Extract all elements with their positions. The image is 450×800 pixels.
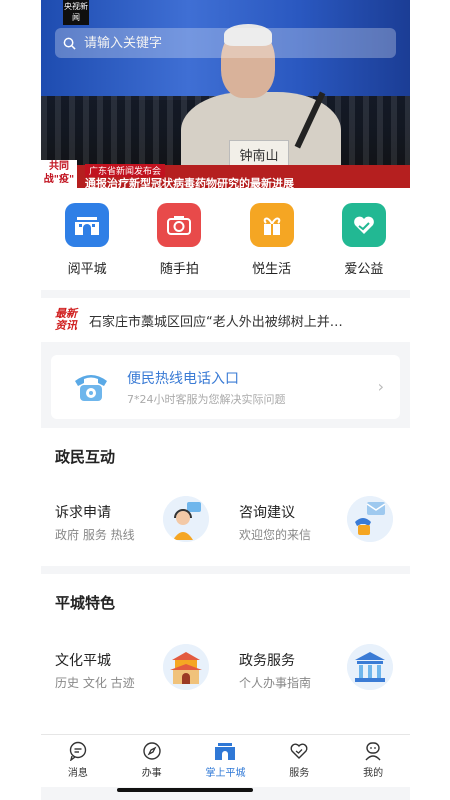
card-subtitle: 政府 服务 热线 <box>55 528 135 542</box>
card-subtitle: 个人办事指南 <box>239 676 312 690</box>
service-happy-life[interactable]: 悦生活 <box>232 188 312 290</box>
section-title: 平城特色 <box>55 594 116 612</box>
service-read-pingcheng[interactable]: 阅平城 <box>47 188 127 290</box>
service-label: 阅平城 <box>67 262 107 277</box>
message-icon <box>69 741 87 761</box>
gift-icon <box>249 203 294 247</box>
city-gate-icon <box>215 743 236 760</box>
mail-phone-icon <box>347 496 393 542</box>
app-screen: 钟南山 共同战"疫" 广东省新闻发布会 通报治疗新型冠状病毒药物研究的最新进展 … <box>41 0 410 800</box>
search-icon <box>63 37 76 50</box>
pagoda-icon <box>163 644 209 690</box>
tab-label: 消息 <box>67 768 88 779</box>
tab-label: 掌上平城 <box>205 768 246 779</box>
heart-hand-icon <box>341 203 386 247</box>
caption-tag: 共同战"疫" <box>41 160 77 188</box>
service-charity[interactable]: 爱公益 <box>324 188 404 290</box>
hotline-subtitle: 7*24小时客服为您解决实际问题 <box>127 393 286 406</box>
tab-messages[interactable]: 消息 <box>41 735 115 787</box>
news-ticker[interactable]: 最新 资讯 石家庄市藁城区回应“老人外出被绑树上并… <box>41 298 410 342</box>
news-headline[interactable]: 石家庄市藁城区回应“老人外出被绑树上并… <box>89 311 389 330</box>
tab-label: 我的 <box>363 768 384 779</box>
tab-home[interactable]: 掌上平城 <box>189 735 263 787</box>
hero-banner[interactable]: 钟南山 共同战"疫" 广东省新闻发布会 通报治疗新型冠状病毒药物研究的最新进展 … <box>41 0 410 188</box>
chevron-right-icon: › <box>377 377 384 396</box>
card-title: 诉求申请 <box>55 505 111 521</box>
culture-card[interactable]: 文化平城 历史 文化 古迹 <box>55 644 215 710</box>
interaction-section: 政民互动 诉求申请 政府 服务 热线 咨询建议 欢迎您的来信 <box>41 428 410 566</box>
consult-card[interactable]: 咨询建议 欢迎您的来信 <box>239 496 399 562</box>
quick-services: 阅平城 随手拍 悦生活 爱公益 <box>41 188 410 290</box>
compass-icon <box>142 742 161 760</box>
card-title: 文化平城 <box>55 653 111 669</box>
telephone-icon <box>75 375 107 401</box>
hotline-card[interactable]: 便民热线电话入口 7*24小时客服为您解决实际问题 › <box>51 355 400 419</box>
city-gate-icon <box>65 203 110 247</box>
appeal-card[interactable]: 诉求申请 政府 服务 热线 <box>55 496 215 562</box>
tab-label: 办事 <box>141 768 162 779</box>
tab-affairs[interactable]: 办事 <box>115 735 189 787</box>
profile-icon <box>365 742 381 761</box>
service-label: 悦生活 <box>252 262 292 277</box>
government-building-icon <box>347 644 393 690</box>
status-bar <box>41 8 410 24</box>
section-title: 政民互动 <box>55 448 116 466</box>
heart-icon <box>290 743 308 759</box>
search-input[interactable] <box>82 34 386 52</box>
search-bar[interactable] <box>55 28 396 58</box>
caption-headline: 通报治疗新型冠状病毒药物研究的最新进展 <box>85 177 294 188</box>
hotline-section: 便民热线电话入口 7*24小时客服为您解决实际问题 › <box>41 344 410 428</box>
card-subtitle: 欢迎您的来信 <box>239 528 312 542</box>
tab-service[interactable]: 服务 <box>262 735 336 787</box>
card-title: 政务服务 <box>239 653 295 669</box>
customer-service-icon <box>163 496 209 542</box>
bottom-tab-bar: 消息 办事 掌上平城 服务 我的 <box>41 734 410 787</box>
service-snapshot[interactable]: 随手拍 <box>139 188 219 290</box>
tab-label: 服务 <box>289 768 310 779</box>
camera-icon <box>157 203 202 247</box>
service-label: 随手拍 <box>159 262 199 277</box>
features-section: 平城特色 文化平城 历史 文化 古迹 政务服务 个人办事指南 <box>41 574 410 734</box>
home-indicator <box>117 788 253 792</box>
card-subtitle: 历史 文化 古迹 <box>55 676 135 690</box>
hotline-title: 便民热线电话入口 <box>127 371 239 387</box>
service-label: 爱公益 <box>344 262 384 277</box>
speaker-nameplate: 钟南山 <box>229 140 289 168</box>
government-card[interactable]: 政务服务 个人办事指南 <box>239 644 399 710</box>
card-title: 咨询建议 <box>239 505 295 521</box>
tab-profile[interactable]: 我的 <box>336 735 410 787</box>
news-badge-line: 资讯 <box>55 319 77 332</box>
news-badge: 最新 资讯 <box>55 308 85 332</box>
